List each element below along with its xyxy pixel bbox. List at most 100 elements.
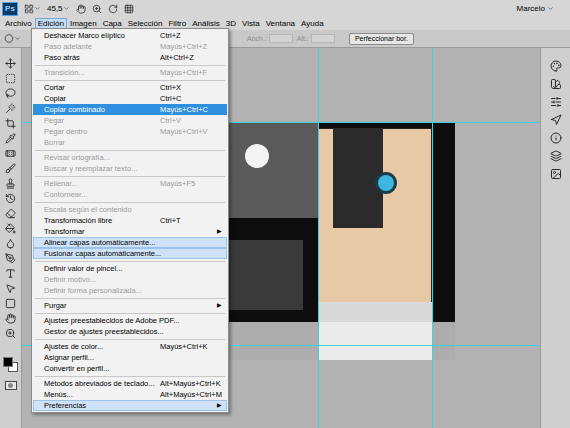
menu-item-shortcut: Ctrl+T [158, 215, 222, 226]
quick-mask-button[interactable] [5, 381, 17, 390]
menu-separator [32, 78, 228, 82]
menu-item[interactable]: CortarCtrl+X [33, 82, 227, 93]
menu-item[interactable]: Borrar [33, 137, 227, 148]
menu-item[interactable]: Purgar▶ [33, 300, 227, 311]
menu-item[interactable]: Pegar dentroMayús+Ctrl+V [33, 126, 227, 137]
menu-item-label: Paso atrás [44, 52, 80, 63]
menu-item[interactable]: Contornear... [33, 189, 227, 200]
submenu-arrow: ▶ [217, 400, 222, 411]
brush-tool-icon[interactable] [5, 163, 16, 174]
menu-item-label: Preferencias [44, 400, 86, 411]
move-tool-icon[interactable] [5, 58, 16, 69]
menu-item-shortcut: Ctrl+C [158, 93, 222, 104]
edit-menu: Deshacer Marco elípticoCtrl+ZPaso adelan… [31, 28, 229, 413]
user-menu[interactable]: Marcelo [517, 3, 568, 15]
rotate-view-icon[interactable] [108, 4, 118, 14]
bridge-button[interactable] [24, 4, 41, 14]
menu-item[interactable]: Buscar y reemplazar texto... [33, 163, 227, 174]
menu-item[interactable]: Asignar perfil... [33, 352, 227, 363]
tool-preset-picker[interactable] [4, 34, 21, 43]
hand-icon[interactable] [76, 4, 86, 14]
eyedropper-tool-icon[interactable] [5, 133, 16, 144]
user-name: Marcelo [517, 3, 545, 15]
menu-item-label: Escala según el contenido [44, 204, 132, 215]
menu-item-label: Revisar ortografía... [44, 152, 110, 163]
menu-item[interactable]: Definir forma personalizada... [33, 285, 227, 296]
menu-item[interactable]: Transformar▶ [33, 226, 227, 237]
stamp-tool-icon[interactable] [5, 178, 16, 189]
menu-separator [32, 200, 228, 204]
blur-tool-icon[interactable] [5, 238, 16, 249]
color-swatches[interactable] [3, 357, 19, 373]
hand-tool-icon[interactable] [5, 313, 16, 324]
menu-item[interactable]: Convertir en perfil... [33, 363, 227, 374]
marquee-tool-icon[interactable] [5, 73, 16, 84]
menu-item-shortcut: Alt+Ctrl+Z [158, 52, 222, 63]
menu-item[interactable]: Transición...Mayús+Ctrl+F [33, 67, 227, 78]
menu-item[interactable]: Deshacer Marco elípticoCtrl+Z [33, 30, 227, 41]
menu-item-label: Purgar [44, 300, 67, 311]
refine-edge-button[interactable]: Perfeccionar bor. [349, 33, 414, 45]
menu-item[interactable]: Fusionar capas automáticamente... [33, 248, 227, 259]
path-selection-tool-icon[interactable] [5, 283, 16, 294]
menu-separator [32, 174, 228, 178]
pen-tool-icon[interactable] [5, 253, 16, 264]
info-panel-icon[interactable] [550, 132, 562, 144]
menu-bar-item[interactable]: Vista [239, 18, 263, 29]
adjustments-panel-icon[interactable] [550, 96, 562, 108]
size-field[interactable]: Anch.: [247, 34, 293, 44]
menu-item[interactable]: Copiar Ctrl+C [33, 93, 227, 104]
crop-tool-icon[interactable] [5, 118, 16, 129]
menu-item-shortcut: Ctrl+X [158, 82, 222, 93]
arrange-documents-icon[interactable] [124, 4, 134, 14]
menu-item[interactable]: PegarCtrl+V [33, 115, 227, 126]
menu-item[interactable]: Ajustes de color...Mayús+Ctrl+K [33, 341, 227, 352]
menu-item[interactable]: Menús...Alt+Mayús+Ctrl+M [33, 389, 227, 400]
menu-item[interactable]: Preferencias ▶ [33, 400, 227, 411]
menu-item[interactable]: Definir valor de pincel... [33, 263, 227, 274]
menu-bar-item[interactable]: Archivo [2, 18, 35, 29]
menu-item[interactable]: Copiar combinadoMayús+Ctrl+C [33, 104, 227, 115]
menu-bar-item[interactable]: Ayuda [298, 18, 327, 29]
zoom-tool-icon[interactable] [5, 328, 16, 339]
menu-item-shortcut: Mayús+Ctrl+V [158, 126, 222, 137]
menu-item-label: Borrar [44, 137, 65, 148]
image-panel-icon[interactable] [550, 168, 562, 180]
menu-item-shortcut: Ctrl+V [158, 115, 222, 126]
menu-item[interactable]: Alinear capas automáticamente... [33, 237, 227, 248]
menu-bar-item[interactable]: Ventana [263, 18, 298, 29]
menu-separator [32, 337, 228, 341]
menu-item[interactable]: Transformación libreCtrl+T [33, 215, 227, 226]
lasso-tool-icon[interactable] [5, 88, 16, 99]
menu-item[interactable]: Paso atrás Alt+Ctrl+Z [33, 52, 227, 63]
menu-item[interactable]: Definir motivo... [33, 274, 227, 285]
healing-tool-icon[interactable] [5, 148, 16, 159]
magic-wand-tool-icon[interactable] [5, 103, 16, 114]
layers-panel-icon[interactable] [550, 150, 562, 162]
type-tool-icon[interactable] [5, 268, 16, 279]
menu-item[interactable]: Gestor de ajustes preestablecidos... [33, 326, 227, 337]
menu-item[interactable]: Métodos abreviados de teclado...Alt+Mayú… [33, 378, 227, 389]
shape-tool-icon[interactable] [5, 298, 16, 309]
dropdown-arrow-icon [34, 5, 41, 12]
eraser-tool-icon[interactable] [5, 208, 16, 219]
menu-item-shortcut: Ctrl+Z [158, 30, 222, 41]
history-brush-tool-icon[interactable] [5, 193, 16, 204]
menu-item[interactable]: Revisar ortografía... [33, 152, 227, 163]
menu-item-label: Fusionar capas automáticamente... [44, 248, 161, 259]
swatches-panel-icon[interactable] [550, 78, 562, 90]
zoom-icon[interactable] [92, 4, 102, 14]
size-field[interactable]: Alt.: [297, 34, 335, 44]
menu-item-label: Definir motivo... [44, 274, 96, 285]
paint-bucket-tool-icon[interactable] [5, 223, 16, 234]
menu-item[interactable]: Paso adelanteMayús+Ctrl+Z [33, 41, 227, 52]
menu-item-label: Copiar [44, 93, 66, 104]
menu-item-label: Definir valor de pincel... [44, 263, 122, 274]
panel-dock [540, 48, 570, 428]
zoom-level[interactable]: 45,5 [47, 3, 70, 15]
color-panel-icon[interactable] [550, 60, 562, 72]
navigator-panel-icon[interactable] [550, 114, 562, 126]
menu-item[interactable]: Rellenar...Mayús+F5 [33, 178, 227, 189]
menu-item[interactable]: Ajustes preestablecidos de Adobe PDF... [33, 315, 227, 326]
menu-item[interactable]: Escala según el contenido [33, 204, 227, 215]
